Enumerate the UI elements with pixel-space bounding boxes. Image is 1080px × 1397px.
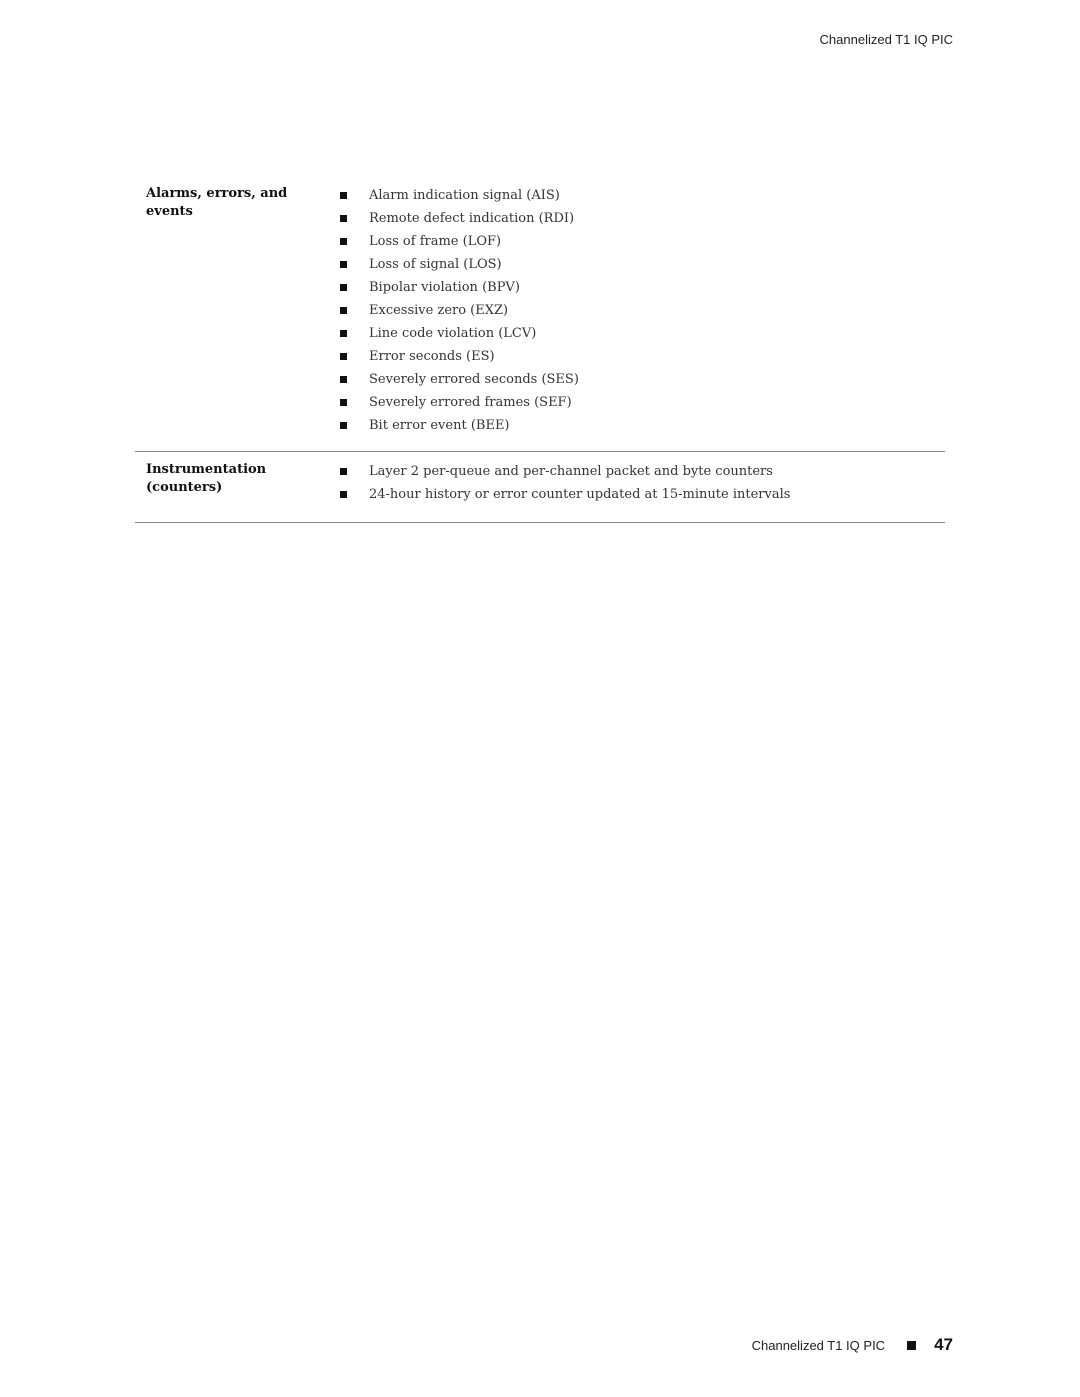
- list-item: Excessive zero (EXZ): [338, 299, 945, 322]
- item-text: Layer 2 per-queue and per-channel packet…: [369, 464, 773, 479]
- item-text: Excessive zero (EXZ): [369, 303, 509, 318]
- square-bullet-icon: [340, 422, 347, 429]
- item-text: Remote defect indication (RDI): [369, 211, 575, 226]
- item-text: Loss of signal (LOS): [369, 257, 502, 272]
- square-bullet-icon: [340, 192, 347, 199]
- item-text: Bit error event (BEE): [369, 418, 510, 433]
- list-item: Layer 2 per-queue and per-channel packet…: [338, 460, 945, 483]
- square-bullet-icon: [340, 307, 347, 314]
- list-item: Remote defect indication (RDI): [338, 207, 945, 230]
- square-bullet-icon: [340, 468, 347, 475]
- square-bullet-icon: [340, 376, 347, 383]
- table-row-instrumentation: Instrumentation (counters) Layer 2 per-q…: [135, 452, 945, 523]
- square-bullet-icon: [340, 491, 347, 498]
- square-bullet-icon: [340, 238, 347, 245]
- row-label: Alarms, errors, and events: [146, 186, 288, 219]
- square-bullet-icon: [340, 261, 347, 268]
- list-item: Loss of signal (LOS): [338, 253, 945, 276]
- item-text: Error seconds (ES): [369, 349, 495, 364]
- list-item: Error seconds (ES): [338, 345, 945, 368]
- list-item: Severely errored seconds (SES): [338, 368, 945, 391]
- list-item: Bit error event (BEE): [338, 414, 945, 437]
- item-list: Layer 2 per-queue and per-channel packet…: [338, 460, 945, 506]
- running-header: Channelized T1 IQ PIC: [819, 32, 953, 47]
- item-text: Bipolar violation (BPV): [369, 280, 520, 295]
- item-list: Alarm indication signal (AIS) Remote def…: [338, 184, 945, 437]
- list-item: 24-hour history or error counter updated…: [338, 483, 945, 506]
- table-row-alarms: Alarms, errors, and events Alarm indicat…: [135, 184, 945, 452]
- item-text: Alarm indication signal (AIS): [369, 188, 560, 203]
- list-item: Severely errored frames (SEF): [338, 391, 945, 414]
- item-text: Severely errored seconds (SES): [369, 372, 579, 387]
- square-separator-icon: [907, 1340, 917, 1350]
- list-item: Bipolar violation (BPV): [338, 276, 945, 299]
- list-item: Alarm indication signal (AIS): [338, 184, 945, 207]
- row-label: Instrumentation (counters): [146, 462, 267, 495]
- footer-title: Channelized T1 IQ PIC: [751, 1337, 886, 1353]
- item-text: Line code violation (LCV): [369, 326, 537, 341]
- item-text: Severely errored frames (SEF): [369, 395, 572, 410]
- square-bullet-icon: [340, 215, 347, 222]
- item-text: 24-hour history or error counter updated…: [369, 487, 791, 502]
- page-footer: Channelized T1 IQ PIC 47: [752, 1335, 953, 1355]
- square-bullet-icon: [340, 284, 347, 291]
- square-bullet-icon: [340, 399, 347, 406]
- list-item: Line code violation (LCV): [338, 322, 945, 345]
- page-number: 47: [934, 1335, 953, 1354]
- list-item: Loss of frame (LOF): [338, 230, 945, 253]
- item-text: Loss of frame (LOF): [369, 234, 502, 249]
- square-bullet-icon: [340, 330, 347, 337]
- feature-table: Alarms, errors, and events Alarm indicat…: [135, 184, 945, 523]
- square-bullet-icon: [340, 353, 347, 360]
